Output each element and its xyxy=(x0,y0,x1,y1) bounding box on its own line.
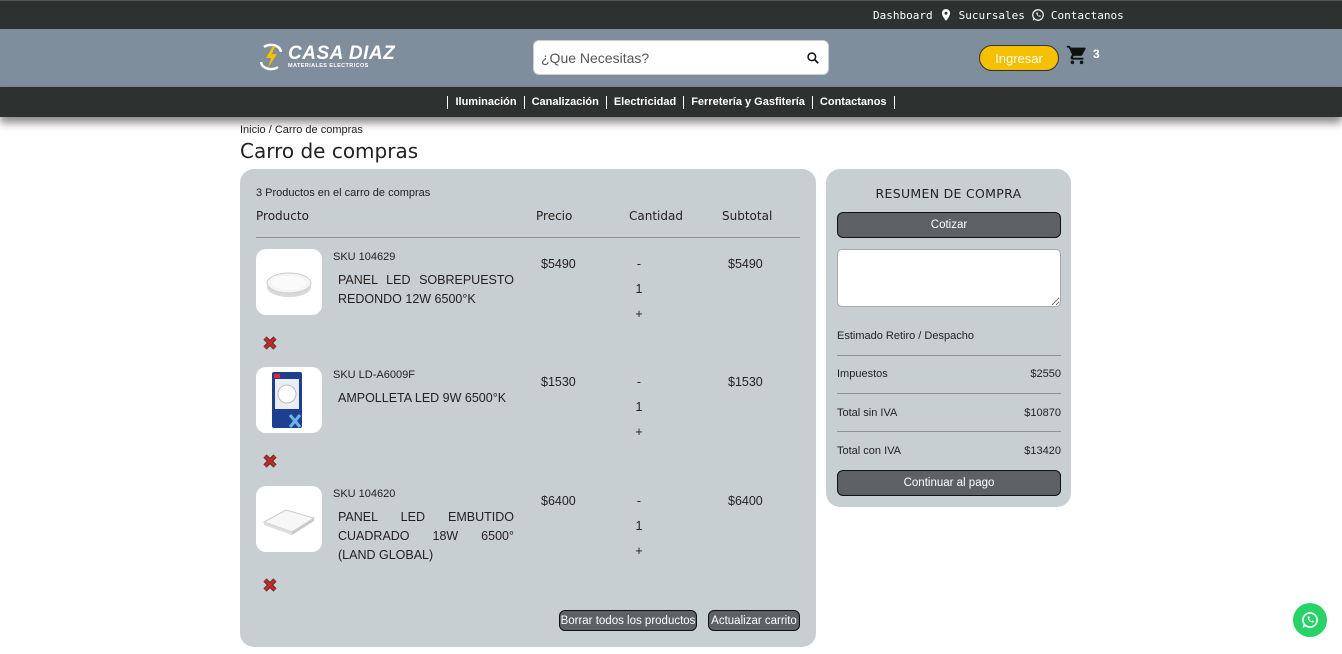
contactanos-link[interactable]: Contactanos xyxy=(1051,9,1124,22)
search-icon[interactable] xyxy=(806,51,820,65)
cart-button[interactable]: 3 xyxy=(1066,44,1100,66)
sucursales-link[interactable]: Sucursales xyxy=(959,9,1025,22)
column-header-price: Precio xyxy=(536,209,573,223)
update-cart-button[interactable]: Actualizar carrito xyxy=(708,610,800,631)
summary-divider xyxy=(837,431,1061,432)
taxes-row: Impuestos $2550 xyxy=(837,368,1061,380)
quantity-value: 1 xyxy=(635,282,643,296)
header-divider xyxy=(256,237,800,238)
total-tax-row: Total con IVA $13420 xyxy=(837,445,1061,457)
top-bar: Dashboard Sucursales Contactanos xyxy=(0,0,1342,29)
decrease-button[interactable]: - xyxy=(633,375,645,400)
total-no-tax-row: Total sin IVA $10870 xyxy=(837,407,1061,419)
lightning-bolt-icon xyxy=(259,43,283,71)
search-input[interactable] xyxy=(534,41,784,74)
total-tax-value: $13420 xyxy=(1024,445,1061,457)
remove-item-icon[interactable] xyxy=(262,453,278,469)
brand-name: CASA DIAZ xyxy=(288,43,396,64)
product-price: $1530 xyxy=(541,375,576,389)
total-no-tax-value: $10870 xyxy=(1024,407,1061,419)
product-image[interactable] xyxy=(256,249,322,315)
whatsapp-chat-button[interactable] xyxy=(1293,603,1327,637)
column-header-subtotal: Subtotal xyxy=(722,209,773,223)
quantity-stepper: - 1 + xyxy=(633,257,645,332)
total-no-tax-label: Total sin IVA xyxy=(837,407,898,419)
remove-item-icon[interactable] xyxy=(262,577,278,593)
column-header-quantity: Cantidad xyxy=(629,209,683,223)
increase-button[interactable]: + xyxy=(633,307,645,332)
continue-to-payment-button[interactable]: Continuar al pago xyxy=(837,470,1061,496)
decrease-button[interactable]: - xyxy=(633,257,645,282)
product-subtotal: $1530 xyxy=(728,375,763,389)
top-links: Dashboard Sucursales Contactanos xyxy=(873,8,1124,22)
summary-title: RESUMEN DE COMPRA xyxy=(875,186,1022,201)
whatsapp-icon xyxy=(1032,9,1044,21)
column-header-product: Producto xyxy=(256,209,309,223)
summary-divider xyxy=(837,393,1061,394)
shopping-cart-icon xyxy=(1066,45,1086,65)
clear-cart-button[interactable]: Borrar todos los productos xyxy=(559,610,697,631)
summary-divider xyxy=(837,355,1061,356)
product-image[interactable] xyxy=(256,367,322,433)
product-sku: SKU 104620 xyxy=(333,488,396,500)
quantity-stepper: - 1 + xyxy=(633,494,645,569)
cart-count-label: 3 Productos en el carro de compras xyxy=(256,187,431,199)
cart-panel: 3 Productos en el carro de compras Produ… xyxy=(240,169,816,647)
whatsapp-icon xyxy=(1302,612,1318,628)
search-box xyxy=(533,40,829,75)
estimate-label: Estimado Retiro / Despacho xyxy=(837,330,974,342)
order-summary: RESUMEN DE COMPRA Cotizar Estimado Retir… xyxy=(826,169,1071,507)
product-name[interactable]: PANEL LED SOBREPUESTO REDONDO 12W 6500°K xyxy=(338,271,514,309)
login-button[interactable]: Ingresar xyxy=(979,45,1059,71)
notes-textarea[interactable] xyxy=(837,249,1061,307)
quote-button[interactable]: Cotizar xyxy=(837,212,1061,238)
product-name[interactable]: AMPOLLETA LED 9W 6500°K xyxy=(338,389,514,408)
product-image[interactable] xyxy=(256,486,322,552)
dashboard-link[interactable]: Dashboard xyxy=(873,9,933,22)
location-pin-icon xyxy=(941,9,950,21)
quantity-value: 1 xyxy=(635,400,643,414)
nav-item-canalizacion[interactable]: Canalización xyxy=(532,96,599,108)
product-sku: SKU 104629 xyxy=(333,251,396,263)
increase-button[interactable]: + xyxy=(633,544,645,569)
product-subtotal: $5490 xyxy=(728,257,763,271)
remove-item-icon[interactable] xyxy=(262,335,278,351)
product-name[interactable]: PANEL LED EMBUTIDO CUADRADO 18W 6500° (L… xyxy=(338,508,514,565)
nav-item-electricidad[interactable]: Electricidad xyxy=(614,96,676,108)
quantity-value: 1 xyxy=(635,519,643,533)
decrease-button[interactable]: - xyxy=(633,494,645,519)
product-subtotal: $6400 xyxy=(728,494,763,508)
header: CASA DIAZ MATERIALES ELECTRICOS Ingresar… xyxy=(0,29,1342,87)
breadcrumb[interactable]: Inicio / Carro de compras xyxy=(240,124,363,136)
quantity-stepper: - 1 + xyxy=(633,375,645,450)
product-price: $5490 xyxy=(541,257,576,271)
page-title: Carro de compras xyxy=(240,139,419,163)
taxes-label: Impuestos xyxy=(837,368,888,380)
brand-logo[interactable]: CASA DIAZ MATERIALES ELECTRICOS xyxy=(258,43,395,71)
cart-count: 3 xyxy=(1093,47,1100,61)
category-nav: Iluminación Canalización Electricidad Fe… xyxy=(0,87,1342,117)
product-sku: SKU LD-A6009F xyxy=(333,369,415,381)
nav-item-ferreteria[interactable]: Ferretería y Gasfitería xyxy=(691,96,805,108)
nav-item-iluminacion[interactable]: Iluminación xyxy=(455,96,516,108)
product-price: $6400 xyxy=(541,494,576,508)
nav-item-contactanos[interactable]: Contactanos xyxy=(820,96,887,108)
taxes-value: $2550 xyxy=(1030,368,1061,380)
increase-button[interactable]: + xyxy=(633,425,645,450)
total-tax-label: Total con IVA xyxy=(837,445,901,457)
